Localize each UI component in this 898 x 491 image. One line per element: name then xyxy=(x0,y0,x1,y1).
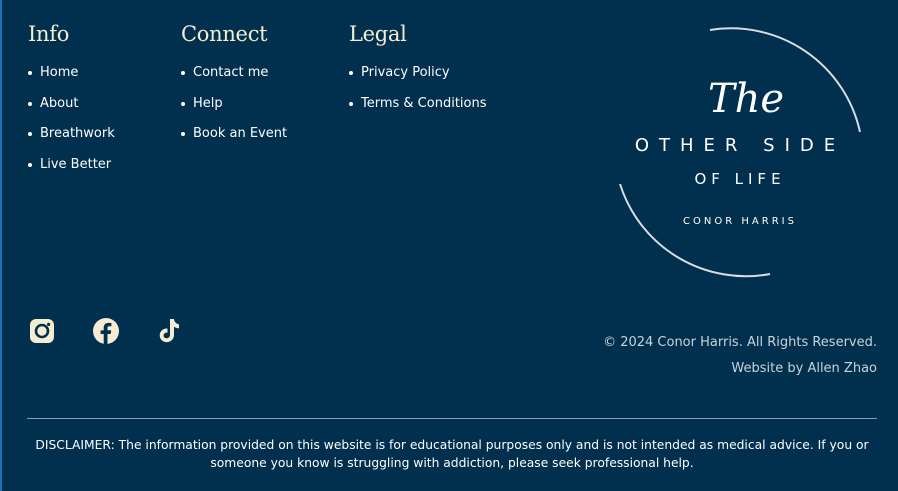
legal-column: Legal Privacy Policy Terms & Conditions xyxy=(349,22,487,119)
info-link-about[interactable]: About xyxy=(28,89,115,120)
brand-logo[interactable]: The OTHER SIDE OF LIFE CONOR HARRIS xyxy=(598,20,888,288)
logo-arc-bottom xyxy=(619,183,771,278)
connect-column: Connect Contact me Help Book an Event xyxy=(181,22,287,150)
copyright-block: © 2024 Conor Harris. All Rights Reserved… xyxy=(603,330,877,382)
website-credit-link[interactable]: Website by Allen Zhao xyxy=(603,356,877,382)
tiktok-icon[interactable] xyxy=(156,316,184,346)
connect-link-help[interactable]: Help xyxy=(181,89,287,120)
logo-script: The xyxy=(708,76,784,122)
connect-link-contact[interactable]: Contact me xyxy=(181,58,287,89)
connect-links: Contact me Help Book an Event xyxy=(181,58,287,150)
instagram-icon[interactable] xyxy=(28,316,56,346)
legal-link-terms[interactable]: Terms & Conditions xyxy=(349,89,487,120)
legal-heading: Legal xyxy=(349,22,407,46)
legal-links: Privacy Policy Terms & Conditions xyxy=(349,58,487,119)
left-edge-bar xyxy=(0,0,2,491)
logo-line1: OTHER SIDE xyxy=(635,135,845,156)
social-links xyxy=(28,316,184,346)
connect-link-book-event[interactable]: Book an Event xyxy=(181,119,287,150)
facebook-icon[interactable] xyxy=(92,316,120,346)
info-link-breathwork[interactable]: Breathwork xyxy=(28,119,115,150)
disclaimer-text: DISCLAIMER: The information provided on … xyxy=(35,438,869,470)
copyright-text: © 2024 Conor Harris. All Rights Reserved… xyxy=(603,335,877,350)
info-heading: Info xyxy=(28,22,70,46)
info-link-home[interactable]: Home xyxy=(28,58,115,89)
info-link-live-better[interactable]: Live Better xyxy=(28,150,115,181)
logo-line2: OF LIFE xyxy=(694,170,785,188)
connect-heading: Connect xyxy=(181,22,268,46)
info-links: Home About Breathwork Live Better xyxy=(28,58,115,180)
divider xyxy=(27,418,877,419)
logo-name: CONOR HARRIS xyxy=(683,216,797,227)
info-column: Info Home About Breathwork Live Better xyxy=(28,22,115,180)
legal-link-privacy[interactable]: Privacy Policy xyxy=(349,58,487,89)
